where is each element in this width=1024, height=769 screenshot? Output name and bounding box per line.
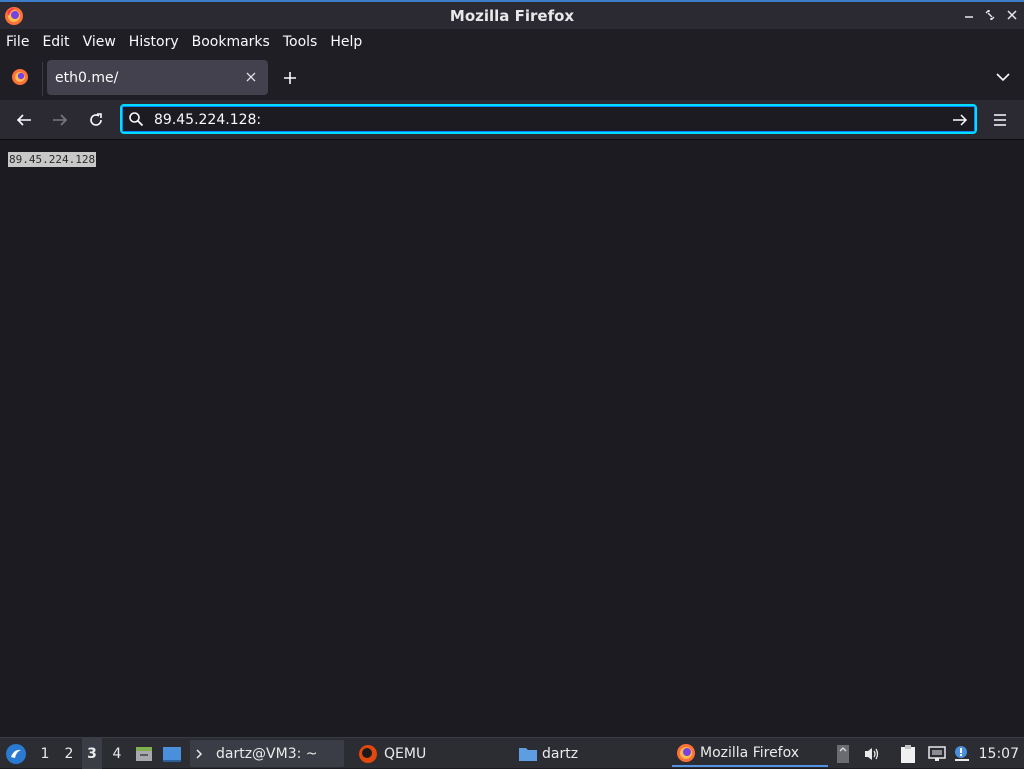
close-window-button[interactable] [1003,6,1021,24]
task-qemu[interactable]: QEMU [354,740,504,767]
task-label: dartz [542,745,579,762]
page-content: 89.45.224.128 [0,141,1024,737]
menu-edit[interactable]: Edit [42,34,69,50]
tab-eth0[interactable]: eth0.me/ [47,60,268,95]
network-icon[interactable] [927,738,947,769]
workspace-2[interactable]: 2 [59,738,79,769]
tab-separator [42,62,43,96]
firefox-icon [4,6,24,26]
forward-button[interactable] [48,108,72,132]
search-icon [128,111,146,129]
minimize-button[interactable] [960,6,978,24]
go-arrow-icon[interactable] [949,109,971,131]
clipboard-icon[interactable] [899,738,917,769]
tab-bar: eth0.me/ [0,54,1024,100]
back-button[interactable] [12,108,36,132]
system-taskbar: 1 2 3 4 dartz@VM3: ~ QEMU dartz Mozilla … [0,737,1024,769]
new-tab-button[interactable] [278,66,302,90]
workspace-1[interactable]: 1 [35,738,55,769]
menu-bookmarks[interactable]: Bookmarks [192,34,270,50]
window-titlebar: Mozilla Firefox [0,0,1024,29]
menu-file[interactable]: File [6,34,29,50]
menu-help[interactable]: Help [330,34,362,50]
firefox-icon [676,743,696,763]
reload-button[interactable] [84,108,108,132]
scroll-indicator-icon[interactable] [836,738,850,769]
volume-icon[interactable] [863,738,881,769]
start-menu-icon[interactable] [4,738,28,769]
task-label: QEMU [384,745,427,762]
firefox-view-icon[interactable] [10,67,30,87]
folder-icon [518,745,538,763]
chevron-down-icon[interactable] [992,66,1014,88]
url-bar[interactable] [120,104,977,134]
clock[interactable]: 15:07 [979,738,1019,769]
menu-bar: File Edit View History Bookmarks Tools H… [0,29,1024,54]
ip-address-text[interactable]: 89.45.224.128 [8,152,97,167]
close-tab-icon[interactable] [242,68,260,86]
task-label: Mozilla Firefox [700,744,800,761]
notification-icon[interactable] [953,738,971,769]
task-folder[interactable]: dartz [514,740,664,767]
window-title: Mozilla Firefox [449,6,575,25]
menu-history[interactable]: History [129,34,179,50]
tab-label: eth0.me/ [55,69,119,86]
url-input[interactable] [152,109,932,131]
hamburger-menu-icon[interactable] [988,108,1012,132]
task-label: dartz@VM3: ~ [216,745,318,762]
restore-button[interactable] [981,6,999,24]
desktop-icon[interactable] [162,738,182,769]
task-terminal[interactable]: dartz@VM3: ~ [190,740,344,767]
qemu-icon [358,744,378,764]
menu-tools[interactable]: Tools [283,34,318,50]
menu-view[interactable]: View [83,34,116,50]
workspace-4[interactable]: 4 [107,738,127,769]
task-firefox[interactable]: Mozilla Firefox [672,740,828,767]
terminal-icon [194,745,210,762]
file-manager-launcher-icon[interactable] [134,738,154,769]
workspace-3[interactable]: 3 [82,738,102,769]
